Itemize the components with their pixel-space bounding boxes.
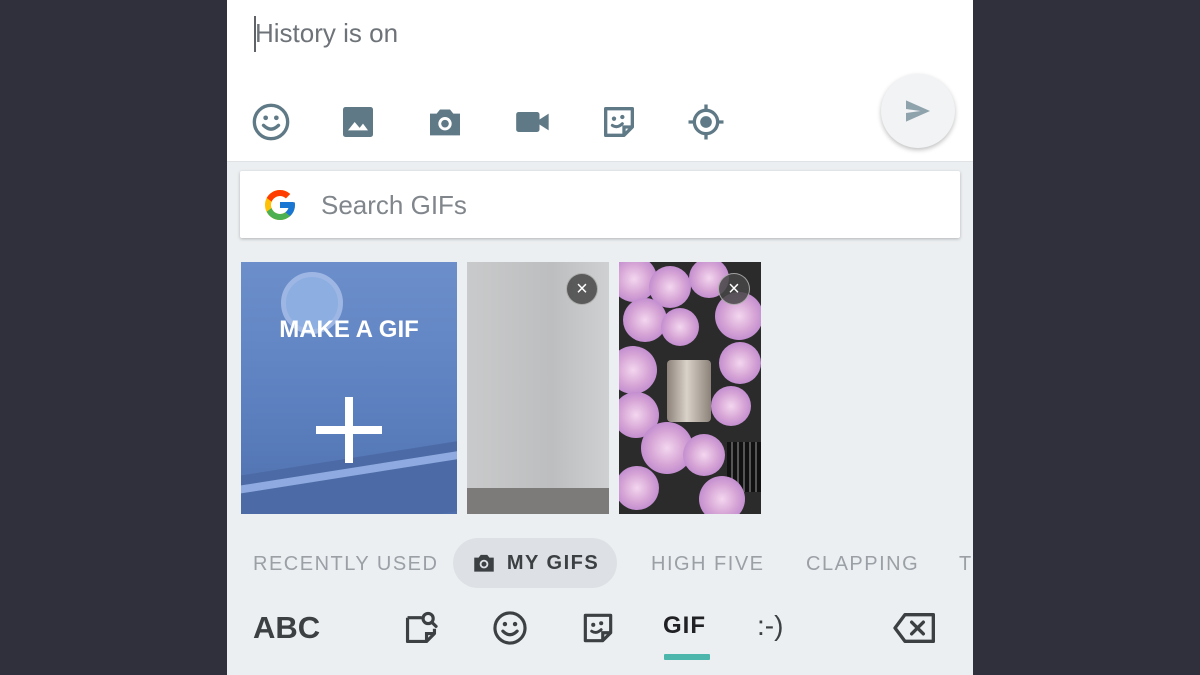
cup-image [667, 360, 711, 422]
category-recently-used[interactable]: RECENTLY USED [253, 553, 438, 576]
category-clapping[interactable]: CLAPPING [806, 553, 919, 576]
close-icon[interactable]: × [566, 273, 598, 305]
location-icon[interactable] [684, 100, 728, 144]
send-icon [906, 100, 930, 122]
floor-image [467, 488, 609, 514]
gboard-gif-panel: History is on Search GIFs MAKE A GIF × ×… [227, 0, 973, 675]
image-icon[interactable] [336, 100, 380, 144]
emoji-icon[interactable] [249, 100, 293, 144]
sticker-icon[interactable] [597, 100, 641, 144]
make-gif-label: MAKE A GIF [279, 316, 419, 343]
close-icon[interactable]: × [718, 273, 750, 305]
rose-image [661, 308, 699, 346]
message-input[interactable]: History is on [255, 18, 398, 49]
active-tab-indicator [664, 654, 710, 660]
rose-image [719, 342, 761, 384]
category-label: MY GIFS [506, 551, 600, 574]
sticker-search-icon[interactable] [399, 606, 443, 650]
sticker-icon[interactable] [576, 606, 620, 650]
search-input[interactable]: Search GIFs [321, 190, 467, 221]
rose-image [623, 298, 667, 342]
rose-image [711, 386, 751, 426]
gif-search-bar[interactable]: Search GIFs [240, 171, 960, 238]
category-next[interactable]: T [959, 553, 973, 576]
video-icon[interactable] [510, 100, 554, 144]
rose-image [699, 476, 745, 514]
abc-keyboard-button[interactable]: ABC [253, 610, 320, 646]
google-g-logo [265, 190, 295, 220]
camera-icon[interactable] [423, 100, 467, 144]
plus-icon [316, 397, 382, 463]
backspace-icon[interactable] [889, 606, 941, 650]
emoticon-tab[interactable]: :-) [757, 610, 783, 642]
compose-area: History is on [227, 0, 973, 162]
rose-image [619, 466, 659, 510]
rose-image [683, 434, 725, 476]
emoji-icon[interactable] [488, 606, 532, 650]
rose-image [619, 346, 657, 394]
send-button[interactable] [881, 74, 955, 148]
category-my-gifs[interactable]: MY GIFS [453, 538, 617, 588]
gif-tab[interactable]: GIF [663, 612, 706, 640]
camera-icon [474, 554, 494, 572]
category-high-five[interactable]: HIGH FIVE [651, 553, 765, 576]
make-a-gif-tile[interactable]: MAKE A GIF [241, 262, 457, 514]
